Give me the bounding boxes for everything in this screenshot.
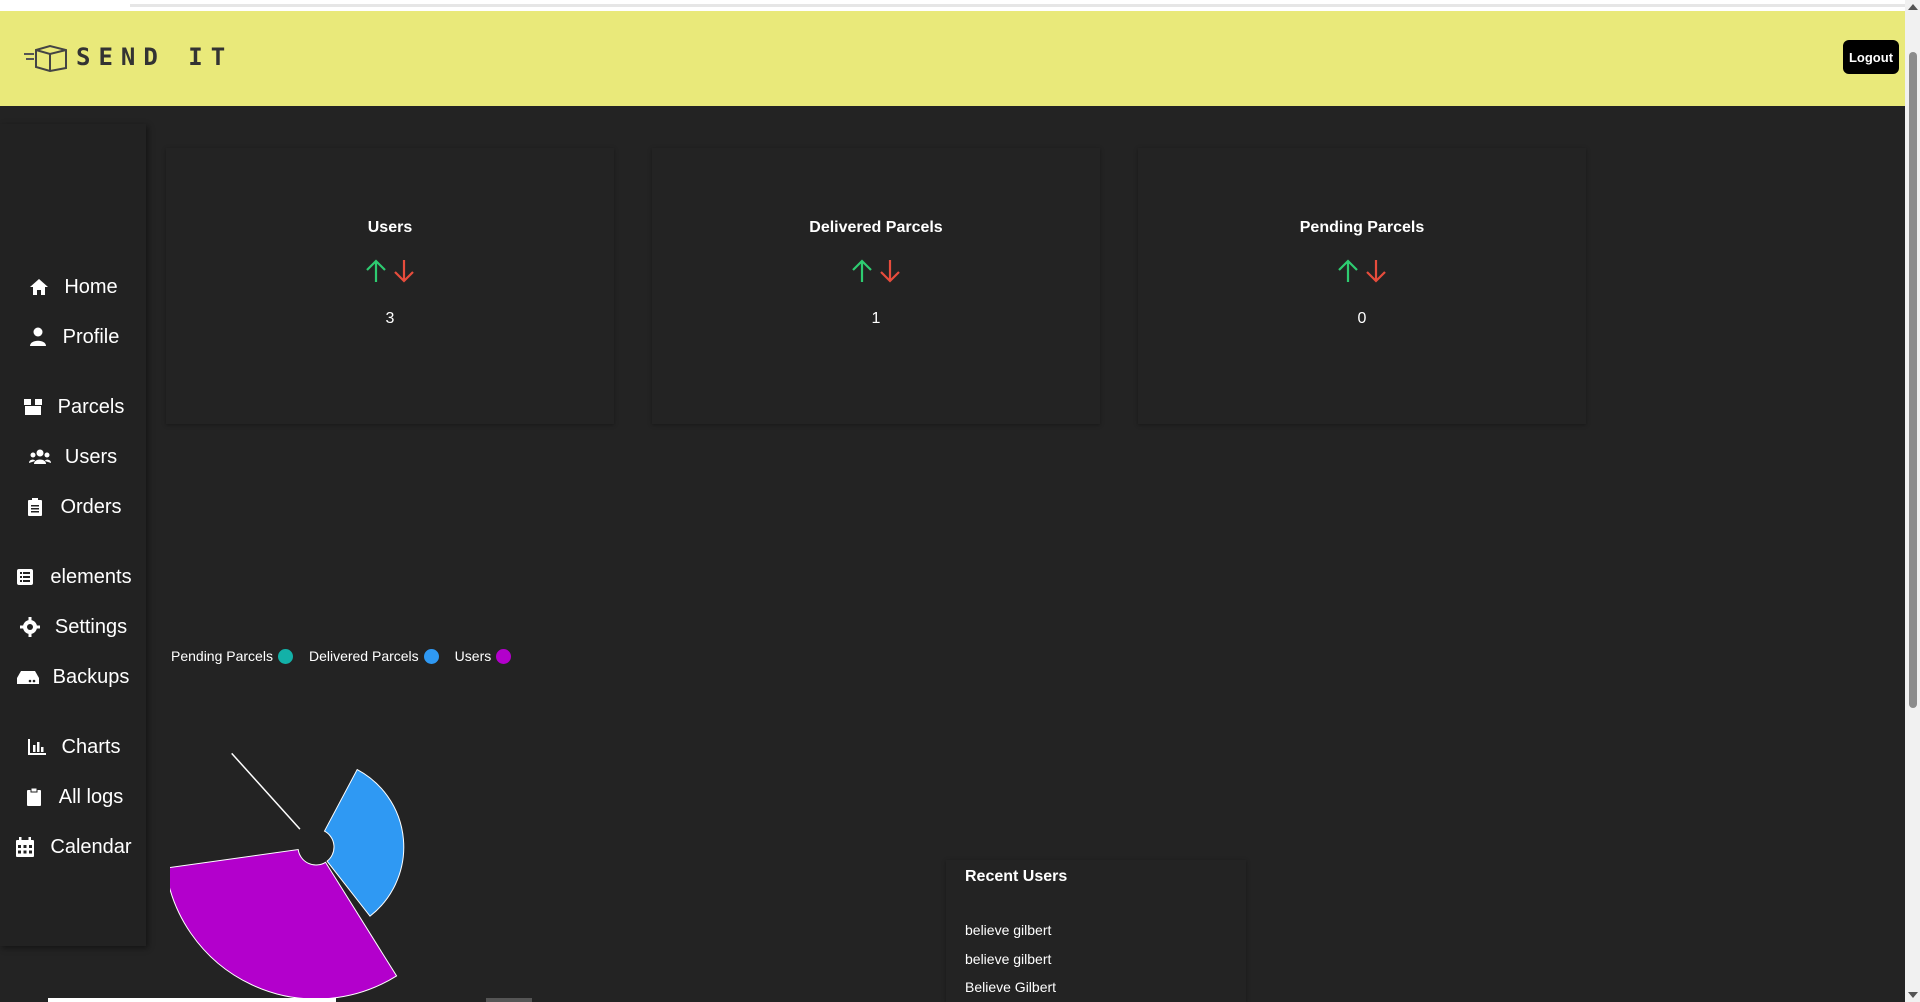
brand-name: SEND IT (76, 43, 234, 71)
recent-user-item: believe gilbert (965, 951, 1052, 967)
home-icon (28, 276, 50, 298)
calendar-icon (14, 836, 36, 858)
arrow-down-icon (394, 260, 414, 283)
sidebar-item-label: Users (64, 445, 118, 468)
stat-card-title: Users (367, 219, 413, 236)
sidebar-item-label: elements (50, 565, 132, 588)
bar-chart-icon (26, 736, 48, 758)
sidebar-item-all-logs[interactable]: All logs (0, 777, 146, 817)
stat-card-value: 3 (385, 310, 395, 327)
stat-card-title: Pending Parcels (1299, 219, 1425, 236)
sidebar-item-label: Home (64, 275, 118, 298)
arrow-down-icon (880, 260, 900, 283)
box-icon (22, 396, 44, 418)
legend-item-delivered-parcels[interactable]: Delivered Parcels (309, 648, 439, 664)
legend-label: Users (454, 648, 492, 664)
top-header: SEND IT Logout (0, 11, 1905, 106)
parcel-pie-chart (170, 752, 405, 1000)
sidebar-item-settings[interactable]: Settings (0, 607, 146, 647)
vertical-scrollbar[interactable] (1905, 0, 1920, 1002)
clipboard-icon (23, 786, 45, 808)
slice-pending-parcels[interactable] (231, 752, 301, 830)
sidebar-item-calendar[interactable]: Calendar (0, 827, 146, 867)
legend-item-users[interactable]: Users (455, 648, 512, 664)
sidebar-item-users[interactable]: Users (0, 437, 146, 477)
trend-arrows (652, 258, 1100, 284)
sidebar-item-home[interactable]: Home (0, 267, 146, 307)
sidebar-item-parcels[interactable]: Parcels (0, 387, 146, 427)
browser-top-edge (0, 0, 1905, 11)
stat-card-title: Delivered Parcels (809, 219, 943, 236)
hdd-icon (16, 666, 39, 688)
sidebar-item-elements[interactable]: elements (0, 557, 146, 597)
arrow-up-icon (366, 259, 386, 282)
stat-card-pending-parcels: Pending Parcels 0 (1138, 148, 1586, 424)
recent-users-panel: Recent Users believe gilbert believe gil… (946, 860, 1246, 1002)
horizontal-scrollbar-segment (486, 998, 532, 1002)
stat-card-value: 0 (1357, 310, 1367, 327)
arrow-up-icon (1338, 259, 1358, 282)
trend-arrows (1138, 258, 1586, 284)
recent-user-item: Believe Gilbert (965, 979, 1057, 995)
gear-icon (19, 616, 41, 638)
sidebar-item-label: Charts (61, 735, 121, 758)
brand-logo[interactable]: SEND IT (22, 42, 233, 72)
sidebar-item-label: Backups (52, 665, 130, 688)
sidebar-item-backups[interactable]: Backups (0, 657, 146, 697)
sidebar-item-label: Parcels (57, 395, 125, 418)
sidebar-item-label: All logs (58, 785, 124, 808)
recent-user-item: believe gilbert (965, 922, 1052, 938)
stat-card-users: Users 3 (166, 148, 614, 424)
legend-swatch (423, 648, 439, 664)
sidebar-item-label: Orders (60, 495, 122, 518)
sidebar-item-label: Calendar (50, 835, 132, 858)
scrollbar-thumb[interactable] (1909, 52, 1917, 708)
stat-card-delivered-parcels: Delivered Parcels 1 (652, 148, 1100, 424)
arrow-down-icon (1366, 260, 1386, 283)
list-icon (14, 566, 36, 588)
recent-users-title: Recent Users (965, 868, 1068, 885)
sidebar-item-label: Settings (54, 615, 128, 638)
legend-label: Delivered Parcels (308, 648, 419, 664)
sidebar-item-orders[interactable]: Orders (0, 487, 146, 527)
arrow-up-icon (852, 259, 872, 282)
users-icon (28, 446, 51, 468)
trend-arrows (166, 258, 614, 284)
scroll-up-icon[interactable] (1908, 4, 1918, 10)
horizontal-scrollbar-thumb[interactable] (48, 998, 336, 1002)
sidebar: Home Profile Parcels Users Orders elemen… (0, 124, 146, 946)
clipboard-icon (24, 496, 46, 518)
legend-swatch (277, 648, 293, 664)
sidebar-item-profile[interactable]: Profile (0, 317, 146, 357)
chart-legend: Pending Parcels Delivered Parcels Users (171, 648, 512, 664)
user-icon (27, 326, 49, 348)
legend-label: Pending Parcels (171, 648, 273, 664)
legend-item-pending-parcels[interactable]: Pending Parcels (171, 648, 293, 664)
scroll-down-icon[interactable] (1908, 992, 1918, 998)
stat-card-value: 1 (871, 310, 881, 327)
parcel-box-icon (24, 44, 67, 72)
sidebar-item-label: Profile (62, 325, 120, 348)
sidebar-item-charts[interactable]: Charts (0, 727, 146, 767)
logout-button[interactable]: Logout (1843, 40, 1899, 74)
legend-swatch (496, 648, 512, 664)
